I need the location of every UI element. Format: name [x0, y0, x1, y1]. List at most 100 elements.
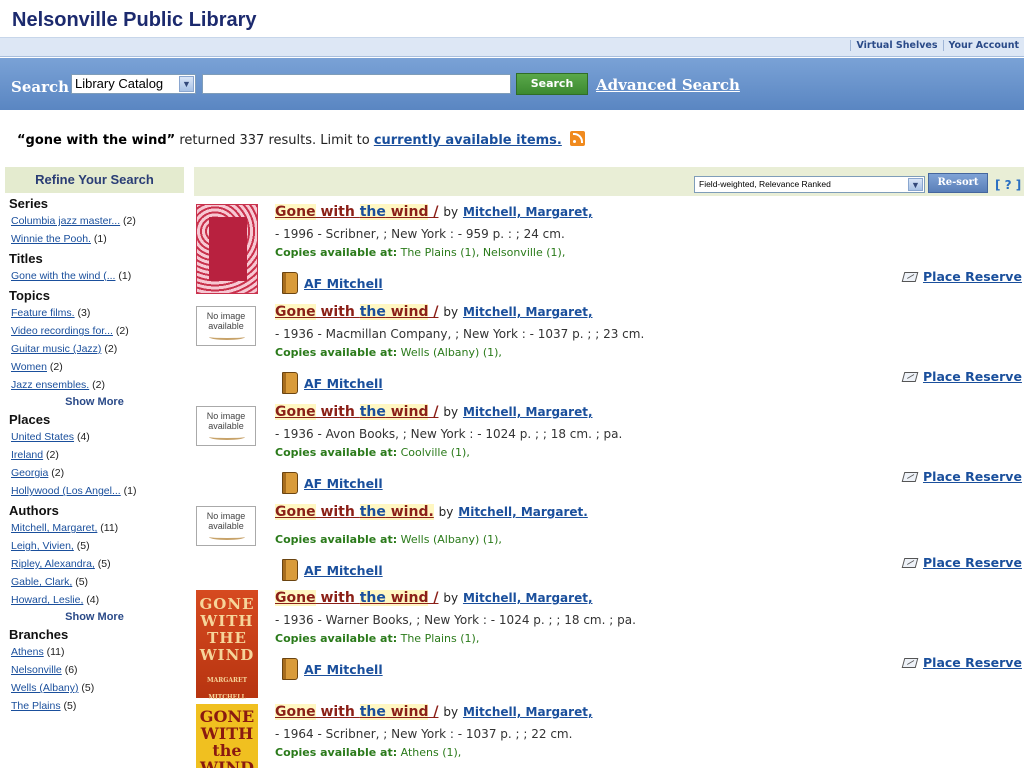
- facet-count: (5): [97, 558, 111, 570]
- show-more-link[interactable]: Show More: [5, 611, 184, 623]
- no-image-placeholder: No image available: [196, 506, 256, 546]
- facet-link[interactable]: Leigh, Vivien,: [11, 540, 74, 552]
- title-link[interactable]: Gone with the wind /: [275, 304, 438, 320]
- chevron-down-icon[interactable]: ▼: [908, 178, 923, 191]
- advanced-search-link[interactable]: Advanced Search: [596, 76, 740, 94]
- title-word: wind: [385, 304, 429, 320]
- author-link[interactable]: Mitchell, Margaret,: [463, 705, 593, 719]
- book-cover[interactable]: [196, 204, 258, 294]
- facet-link[interactable]: Athens: [11, 646, 44, 658]
- call-number: AF Mitchell: [282, 559, 383, 583]
- title-link[interactable]: Gone with the wind /: [275, 204, 438, 220]
- title-link[interactable]: Gone with the wind /: [275, 404, 438, 420]
- place-reserve-link[interactable]: Place Reserve: [923, 655, 1022, 670]
- call-number-link[interactable]: AF Mitchell: [304, 662, 383, 677]
- place-reserve-link[interactable]: Place Reserve: [923, 555, 1022, 570]
- publication-info: - 1996 - Scribner, ; New York : - 959 p.…: [275, 227, 565, 241]
- cover-text: GONE WITH the WIND: [199, 707, 255, 768]
- call-number-link[interactable]: AF Mitchell: [304, 376, 383, 391]
- copies-available: Copies available at: Wells (Albany) (1),: [275, 346, 502, 359]
- facet-link[interactable]: Gone with the wind (...: [11, 270, 115, 282]
- search-input[interactable]: [202, 74, 511, 94]
- facet-title-branches: Branches: [9, 627, 69, 642]
- facet-count: (2): [115, 325, 129, 337]
- copies-label: Copies available at:: [275, 346, 398, 359]
- facet-item: Hollywood (Los Angel... (1): [11, 485, 184, 497]
- result-title: Gone with the wind / by Mitchell, Margar…: [275, 590, 593, 606]
- copies-available: Copies available at: Athens (1),: [275, 746, 461, 759]
- facet-link[interactable]: Ripley, Alexandra,: [11, 558, 95, 570]
- place-reserve: Place Reserve: [901, 369, 1022, 384]
- title-link[interactable]: Gone with the wind /: [275, 704, 438, 720]
- rss-icon[interactable]: [570, 131, 585, 146]
- reserve-icon[interactable]: [901, 371, 919, 382]
- facet-link[interactable]: Winnie the Pooh.: [11, 233, 91, 245]
- facet-link[interactable]: Howard, Leslie,: [11, 594, 83, 606]
- author-link[interactable]: Mitchell, Margaret,: [463, 591, 593, 605]
- title-word: wind: [385, 204, 429, 220]
- by-label: by: [443, 205, 459, 219]
- author-link[interactable]: Mitchell, Margaret,: [463, 405, 593, 419]
- facet-link[interactable]: Ireland: [11, 449, 43, 461]
- reserve-icon[interactable]: [901, 657, 919, 668]
- reserve-icon[interactable]: [901, 557, 919, 568]
- results-summary: “gone with the wind” returned 337 result…: [17, 131, 585, 148]
- facet-count: (3): [77, 307, 91, 319]
- search-button[interactable]: Search: [516, 73, 588, 95]
- call-number-link[interactable]: AF Mitchell: [304, 563, 383, 578]
- call-number-link[interactable]: AF Mitchell: [304, 276, 383, 291]
- your-account-link[interactable]: Your Account: [942, 40, 1024, 51]
- facet-link[interactable]: Feature films.: [11, 307, 75, 319]
- show-more-link[interactable]: Show More: [5, 396, 184, 408]
- reserve-icon[interactable]: [901, 471, 919, 482]
- facet-link[interactable]: United States: [11, 431, 74, 443]
- facet-link[interactable]: Video recordings for...: [11, 325, 113, 337]
- place-reserve-link[interactable]: Place Reserve: [923, 369, 1022, 384]
- call-number-link[interactable]: AF Mitchell: [304, 476, 383, 491]
- chevron-down-icon[interactable]: ▼: [179, 76, 194, 92]
- facet-item: Athens (11): [11, 646, 184, 658]
- virtual-shelves-link[interactable]: Virtual Shelves: [850, 40, 942, 51]
- title-word: Gone: [275, 590, 316, 606]
- no-image-text: No image available: [206, 411, 246, 431]
- author-link[interactable]: Mitchell, Margaret,: [463, 205, 593, 219]
- reserve-icon[interactable]: [901, 271, 919, 282]
- title-word: /: [428, 590, 439, 606]
- site-title[interactable]: Nelsonville Public Library: [12, 9, 257, 32]
- results-count-text: returned 337 results. Limit to: [175, 133, 374, 148]
- resort-button[interactable]: Re-sort: [928, 173, 988, 193]
- place-reserve-link[interactable]: Place Reserve: [923, 269, 1022, 284]
- title-link[interactable]: Gone with the wind.: [275, 504, 434, 520]
- facet-link[interactable]: The Plains: [11, 700, 61, 712]
- facet-link[interactable]: Hollywood (Los Angel...: [11, 485, 121, 497]
- facet-link[interactable]: Women: [11, 361, 47, 373]
- title-word: /: [428, 204, 439, 220]
- limit-available-link[interactable]: currently available items.: [374, 133, 562, 148]
- sort-select[interactable]: Field-weighted, Relevance Ranked ▼: [694, 176, 925, 193]
- facet-link[interactable]: Columbia jazz master...: [11, 215, 120, 227]
- facet-link[interactable]: Gable, Clark,: [11, 576, 72, 588]
- facet-item: Ripley, Alexandra, (5): [11, 558, 184, 570]
- title-word: the: [359, 204, 386, 220]
- book-cover[interactable]: GONE WITH the WIND: [196, 704, 258, 768]
- search-label: Search: [11, 78, 70, 96]
- place-reserve-link[interactable]: Place Reserve: [923, 469, 1022, 484]
- title-word: /: [428, 404, 439, 420]
- copies-available: Copies available at: Coolville (1),: [275, 446, 470, 459]
- facet-link[interactable]: Georgia: [11, 467, 48, 479]
- title-word: wind: [385, 704, 429, 720]
- facet-link[interactable]: Guitar music (Jazz): [11, 343, 101, 355]
- facet-link[interactable]: Wells (Albany): [11, 682, 79, 694]
- facet-count: (4): [86, 594, 100, 606]
- no-image-text: No image available: [206, 311, 246, 331]
- facet-link[interactable]: Nelsonville: [11, 664, 62, 676]
- facet-link[interactable]: Mitchell, Margaret,: [11, 522, 97, 534]
- title-link[interactable]: Gone with the wind /: [275, 590, 438, 606]
- search-scope-select[interactable]: Library Catalog ▼: [71, 74, 196, 94]
- facet-link[interactable]: Jazz ensembles.: [11, 379, 89, 391]
- book-cover[interactable]: GONE WITH THE WIND MARGARET MITCHELL: [196, 590, 258, 701]
- facet-item: Howard, Leslie, (4): [11, 594, 184, 606]
- author-link[interactable]: Mitchell, Margaret,: [463, 305, 593, 319]
- author-link[interactable]: Mitchell, Margaret.: [458, 505, 588, 519]
- sort-help-link[interactable]: [ ? ]: [995, 178, 1021, 192]
